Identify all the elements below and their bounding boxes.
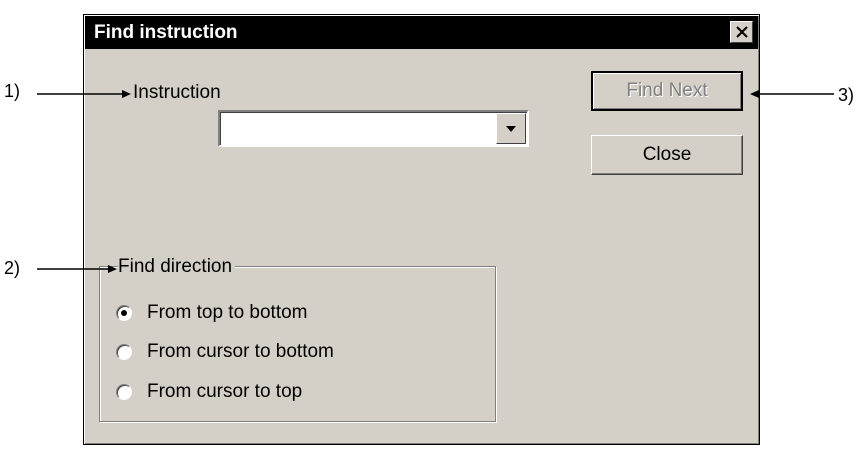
callout-arrows [37, 90, 834, 273]
callout-arrowhead-1 [122, 90, 131, 98]
callout-arrowhead-3 [750, 90, 759, 98]
callout-arrowhead-2 [108, 265, 117, 273]
